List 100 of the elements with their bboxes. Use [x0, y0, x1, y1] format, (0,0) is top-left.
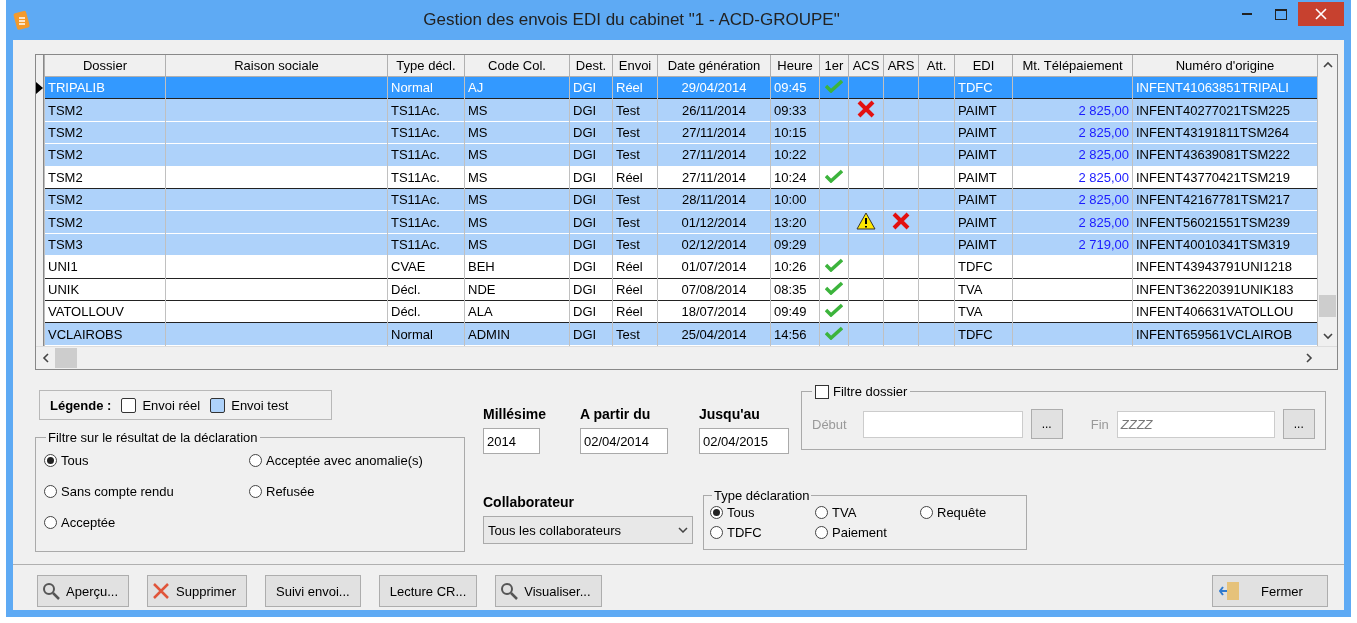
- column-header[interactable]: Raison sociale: [165, 55, 388, 77]
- radio-button[interactable]: [44, 484, 57, 498]
- radio-button[interactable]: [815, 505, 828, 519]
- table-cell: 2 825,00: [1012, 210, 1133, 234]
- table-cell: Décl.: [387, 278, 465, 301]
- column-header[interactable]: EDI: [954, 55, 1013, 77]
- radio-button[interactable]: [815, 525, 828, 539]
- table-cell: Réel: [612, 300, 658, 323]
- field-label: Début: [812, 416, 847, 432]
- input-field[interactable]: 2014: [483, 428, 540, 454]
- column-header[interactable]: Numéro d'origine: [1132, 55, 1318, 77]
- table-cell: 07/08/2014: [657, 278, 771, 301]
- input-field[interactable]: [862, 410, 1023, 438]
- table-cell: 01/07/2014: [657, 255, 771, 279]
- input-field[interactable]: 02/04/2015: [699, 428, 789, 454]
- input-field[interactable]: 02/04/2014: [580, 428, 668, 454]
- toolbar-button[interactable]: Visualiser...: [495, 575, 602, 607]
- column-header[interactable]: Heure: [770, 55, 820, 77]
- column-header[interactable]: Att.: [918, 55, 955, 77]
- table-row[interactable]: VATOLLOUV Décl. ALA DGI Réel 18/07/2014 09:49 TVA INFENT406631VATOLLOU: [44, 300, 1318, 323]
- radio-button[interactable]: [249, 484, 262, 498]
- radio-button[interactable]: [710, 505, 723, 519]
- close-icon: [1315, 8, 1327, 20]
- table-cell: CVAE: [387, 255, 465, 279]
- column-header[interactable]: Mt. Télépaiement: [1012, 55, 1133, 77]
- scrollbar-thumb[interactable]: [55, 348, 77, 368]
- table-cell: 27/11/2014: [657, 143, 771, 167]
- table-row[interactable]: UNIK Décl. NDE DGI Réel 07/08/2014 08:35 TVA INFENT36220391UNIK183: [44, 278, 1318, 301]
- vertical-scrollbar[interactable]: [1318, 55, 1337, 346]
- table-row[interactable]: VCLAIROBS Normal ADMIN DGI Test 25/04/2014 14:56 TDFC INFENT659561VCLAIROB: [44, 322, 1318, 346]
- table-cell: DGI: [569, 255, 613, 279]
- table-cell: TDFC: [954, 255, 1013, 279]
- column-header[interactable]: Dest.: [569, 55, 613, 77]
- table-cell: Décl.: [387, 300, 465, 323]
- scroll-up-icon[interactable]: [1322, 60, 1333, 70]
- radio-label: Acceptée: [61, 514, 116, 530]
- radio-button[interactable]: [44, 453, 57, 467]
- toolbar-button[interactable]: Lecture CR...: [378, 575, 478, 607]
- toolbar-button[interactable]: Aperçu...: [37, 575, 130, 607]
- dropdown[interactable]: Tous les collaborateurs: [483, 516, 693, 544]
- column-header[interactable]: Type décl.: [387, 55, 465, 77]
- table-row[interactable]: TSM3 TS11Ac. MS DGI Test 02/12/2014 09:29 PAIMT 2 719,00 INFENT40010341TSM319: [44, 233, 1318, 256]
- scroll-right-icon[interactable]: [1303, 353, 1314, 363]
- table-cell: INFENT40010341TSM319: [1132, 233, 1318, 256]
- column-header[interactable]: ACS: [848, 55, 884, 77]
- table-row[interactable]: TSM2 TS11Ac. MS DGI Test 01/12/2014 13:20 PAIMT 2 825,00 INFENT56021551TSM239: [44, 210, 1318, 234]
- radio-label: TVA: [832, 504, 857, 520]
- table-cell: AJ: [464, 76, 570, 99]
- table-cell: INFENT43639081TSM222: [1132, 143, 1318, 167]
- input-field[interactable]: ZZZZ: [1116, 410, 1275, 438]
- radio-button[interactable]: [920, 505, 933, 519]
- table-cell: DGI: [569, 166, 613, 189]
- column-header[interactable]: ARS: [883, 55, 919, 77]
- table-cell: TSM2: [44, 143, 166, 167]
- table-cell: TS11Ac.: [387, 233, 465, 256]
- table-cell: TS11Ac.: [387, 166, 465, 189]
- radio-button[interactable]: [249, 453, 262, 467]
- table-cell: INFENT43943791UNI1218: [1132, 255, 1318, 279]
- column-header[interactable]: Envoi: [612, 55, 658, 77]
- table-cell: 2 825,00: [1012, 166, 1133, 189]
- table-cell: 10:26: [770, 255, 820, 279]
- toolbar-button[interactable]: Suivi envoi...: [265, 575, 361, 607]
- scroll-down-icon[interactable]: [1322, 331, 1333, 341]
- scroll-left-icon[interactable]: [40, 353, 51, 363]
- table-row[interactable]: TSM2 TS11Ac. MS DGI Réel 27/11/2014 10:24 PAIMT 2 825,00 INFENT43770421TSM219: [44, 166, 1318, 189]
- table-cell: 02/12/2014: [657, 233, 771, 256]
- column-header[interactable]: 1er: [819, 55, 849, 77]
- legend-title: Légende :: [50, 397, 112, 413]
- column-header[interactable]: Date génération: [657, 55, 771, 77]
- table-cell: TDFC: [954, 76, 1013, 99]
- table-row[interactable]: UNI1 CVAE BEH DGI Réel 01/07/2014 10:26 TDFC INFENT43943791UNI1218: [44, 255, 1318, 279]
- table-row[interactable]: TSM2 TS11Ac. MS DGI Test 28/11/2014 10:00 PAIMT 2 825,00 INFENT42167781TSM217: [44, 188, 1318, 211]
- table-cell: TSM2: [44, 210, 166, 234]
- radio-label: Acceptée avec anomalie(s): [266, 452, 423, 468]
- table-row[interactable]: TSM2 TS11Ac. MS DGI Test 27/11/2014 10:15 PAIMT 2 825,00 INFENT43191811TSM264: [44, 121, 1318, 144]
- table-cell: 14:56: [770, 322, 820, 346]
- toolbar-button[interactable]: Supprimer: [147, 575, 247, 607]
- table-cell: 2 825,00: [1012, 121, 1133, 144]
- table-cell: Test: [612, 121, 658, 144]
- radio-button[interactable]: [44, 515, 57, 529]
- table-row[interactable]: TSM2 TS11Ac. MS DGI Test 27/11/2014 10:22 PAIMT 2 825,00 INFENT43639081TSM222: [44, 143, 1318, 167]
- table-row[interactable]: TSM2 TS11Ac. MS DGI Test 26/11/2014 09:33 PAIMT 2 825,00 INFENT40277021TSM225: [44, 98, 1318, 122]
- field-label: Collaborateur: [483, 494, 575, 510]
- field-label: Jusqu'au: [699, 406, 761, 422]
- column-header[interactable]: Code Col.: [464, 55, 570, 77]
- radio-button[interactable]: [710, 525, 723, 539]
- table-cell: MS: [464, 143, 570, 167]
- table-cell: TS11Ac.: [387, 143, 465, 167]
- table-cell: TS11Ac.: [387, 98, 465, 122]
- close-dialog-button[interactable]: Fermer: [1212, 575, 1328, 607]
- horizontal-scrollbar[interactable]: [36, 346, 1337, 369]
- browse-button[interactable]: ...: [1282, 409, 1315, 439]
- table-cell: 09:29: [770, 233, 820, 256]
- scrollbar-thumb[interactable]: [1319, 295, 1336, 317]
- table-cell: PAIMT: [954, 210, 1013, 234]
- table-cell: Réel: [612, 166, 658, 189]
- column-header[interactable]: Dossier: [44, 55, 166, 77]
- browse-button[interactable]: ...: [1030, 409, 1063, 439]
- checkbox[interactable]: [815, 384, 829, 399]
- table-cell: 2 825,00: [1012, 188, 1133, 211]
